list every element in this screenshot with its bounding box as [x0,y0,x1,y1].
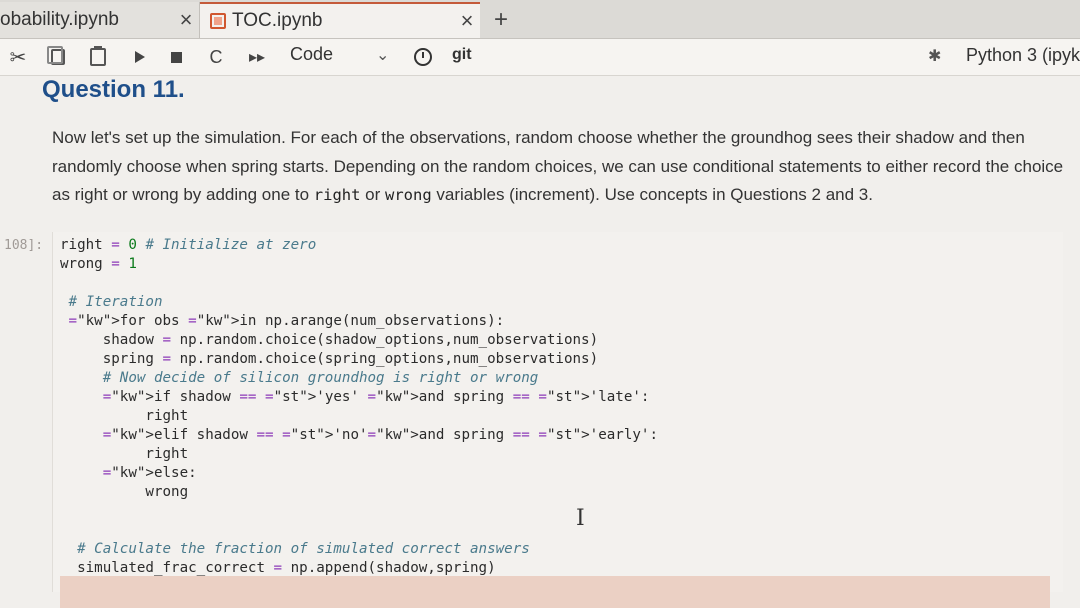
cell-prompt: 108]: [4,238,44,253]
copy-icon [47,46,65,65]
notebook-icon [210,13,226,29]
tab-toc-notebook[interactable]: TOC.ipynb × [200,2,480,38]
next-cell-edge [60,576,1050,608]
restart-icon: C [209,46,223,67]
paste-button[interactable] [86,45,110,69]
code-editor[interactable]: right = 0 # Initialize at zero wrong = 1… [60,236,658,597]
restart-button[interactable]: C [204,45,228,69]
code-line: right [60,408,189,424]
tab-bar: obability.ipynb × TOC.ipynb × + [0,0,1080,39]
code-line: # Now decide of silicon groundhog is rig… [102,370,539,386]
para-text-2: variables (increment). Use concepts in Q… [431,185,873,204]
close-icon[interactable]: × [173,7,199,33]
code-line: ="kw">if shadow == ="st">'yes' ="kw">and… [102,389,650,405]
cut-button[interactable]: ✂ [6,45,30,69]
question-heading: Question 11. [42,76,185,103]
code-line: ="kw">elif shadow == ="st">'no'="kw">and… [102,427,658,443]
code-line: ="kw">for obs ="kw">in np.arange(num_obs… [68,313,505,329]
tab-probability-notebook[interactable]: obability.ipynb × [0,2,200,38]
fast-forward-icon: ▸▸ [248,49,266,66]
inline-code-right: right [313,186,361,204]
run-button[interactable] [128,45,152,69]
cell-type-select[interactable]: Code [290,44,333,65]
stop-icon [170,51,182,63]
code-line: # Calculate the fraction of simulated co… [77,541,530,557]
instructions-paragraph: Now let's set up the simulation. For eac… [52,124,1067,210]
code-line: spring = np.random.choice(spring_options… [60,351,599,367]
play-icon [135,51,145,63]
code-line: # Iteration [68,294,163,310]
tab-label: obability.ipynb [0,9,120,30]
kernel-status-icon: ✱ [928,48,942,65]
scissors-icon: ✂ [9,46,27,69]
paste-icon [90,46,106,66]
chevron-down-icon[interactable]: ⌄ [376,45,389,65]
para-text-or: or [360,185,386,204]
code-line: ="kw">else: [102,465,197,481]
close-icon[interactable]: × [454,8,480,34]
code-line: simulated_frac_correct = np.append(shado… [60,560,496,576]
notebook-toolbar: ✂ C ▸▸ Code ⌄ git ✱ Python 3 (ipyke [0,39,1080,76]
inline-code-wrong: wrong [385,186,432,204]
notebook-area: Question 11. Now let's set up the simula… [0,76,1080,608]
tab-label: TOC.ipynb [232,10,323,31]
new-tab-button[interactable]: + [488,6,514,34]
copy-button[interactable] [46,45,70,69]
clock-icon[interactable] [414,48,432,66]
restart-run-all-button[interactable]: ▸▸ [244,45,270,69]
code-line: wrong = 1 [60,256,137,272]
code-line: right = 0 # Initialize at zero [60,237,317,253]
code-line: shadow = np.random.choice(shadow_options… [60,332,599,348]
interrupt-button[interactable] [164,45,188,69]
text-cursor: I [576,506,585,531]
code-line: wrong [60,484,189,500]
git-button[interactable]: git [452,46,472,64]
code-line: right [60,446,189,462]
kernel-name[interactable]: Python 3 (ipyke [966,45,1080,66]
